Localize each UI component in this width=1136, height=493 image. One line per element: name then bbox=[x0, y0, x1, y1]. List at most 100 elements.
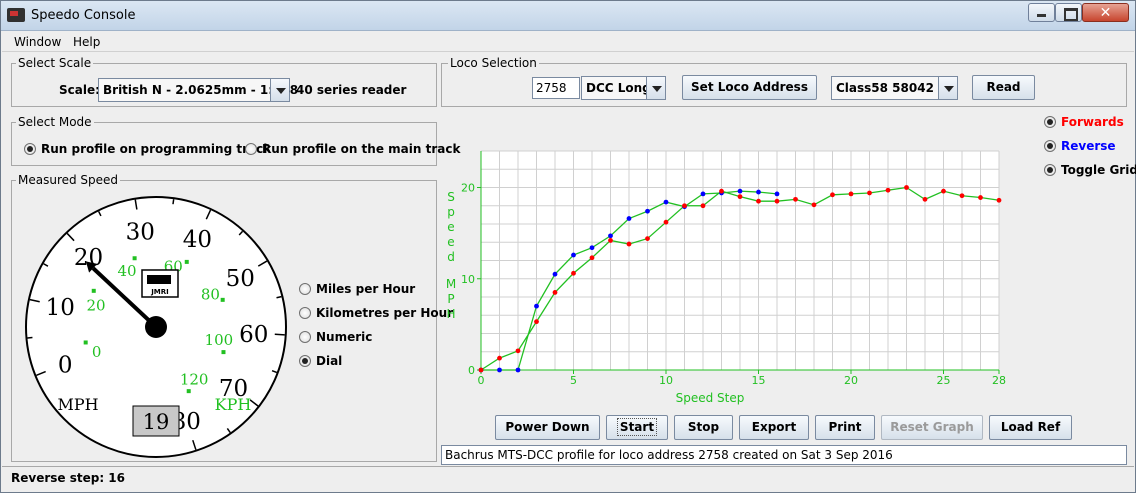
data-point-forwards bbox=[645, 236, 650, 241]
profile-info-field: Bachrus MTS-DCC profile for loco address… bbox=[441, 445, 1127, 465]
kph-scale-label: 40 bbox=[118, 262, 137, 280]
kph-scale-label: 100 bbox=[205, 331, 234, 349]
address-type-combobox[interactable]: DCC Long bbox=[581, 76, 666, 100]
data-point-reverse bbox=[626, 216, 632, 221]
data-point-reverse bbox=[608, 233, 613, 239]
radio-selected-icon[interactable] bbox=[1044, 140, 1056, 152]
data-point-reverse bbox=[645, 208, 650, 214]
mph-scale-label: 60 bbox=[239, 322, 268, 348]
mode-programming-track-label: Run profile on programming track bbox=[41, 142, 272, 156]
data-point-forwards bbox=[793, 196, 798, 202]
x-axis-title: Speed Step bbox=[676, 391, 745, 405]
data-point-forwards bbox=[885, 187, 891, 193]
toggle-grid-toggle[interactable]: Toggle Grid bbox=[1044, 163, 1136, 177]
data-point-reverse bbox=[700, 191, 706, 197]
display-dial-label: Dial bbox=[316, 354, 343, 368]
x-tick-label: 20 bbox=[844, 374, 858, 387]
select-scale-title: Select Scale bbox=[16, 56, 94, 70]
data-point-forwards bbox=[663, 219, 669, 225]
data-point-forwards bbox=[774, 198, 780, 204]
mph-scale-label: 10 bbox=[46, 295, 75, 321]
menu-help[interactable]: Help bbox=[73, 35, 100, 49]
close-button[interactable]: ✕ bbox=[1082, 3, 1129, 22]
radio-unselected-icon[interactable] bbox=[299, 283, 311, 295]
status-bar: Reverse step: 16 bbox=[2, 466, 1134, 490]
window-title: Speedo Console bbox=[31, 8, 136, 23]
loco-address-field[interactable]: 2758 bbox=[532, 77, 580, 99]
maximize-button[interactable] bbox=[1055, 3, 1082, 22]
minimize-button[interactable] bbox=[1028, 3, 1055, 22]
data-point-reverse bbox=[534, 303, 539, 309]
data-point-forwards bbox=[497, 355, 502, 361]
data-point-reverse bbox=[663, 199, 669, 205]
forwards-toggle[interactable]: Forwards bbox=[1044, 115, 1124, 129]
kph-scale-label: 0 bbox=[92, 343, 102, 361]
load-ref-button[interactable]: Load Ref bbox=[989, 415, 1072, 440]
kph-tick bbox=[186, 389, 191, 394]
dial-tick bbox=[172, 199, 175, 205]
data-point-forwards bbox=[682, 203, 687, 209]
data-point-forwards bbox=[626, 241, 632, 247]
address-type-value: DCC Long bbox=[586, 81, 651, 95]
mode-programming-track-radio[interactable]: Run profile on programming track bbox=[24, 142, 271, 156]
data-point-reverse bbox=[774, 191, 780, 197]
roster-combobox[interactable]: Class58 58042 bbox=[831, 76, 958, 100]
data-point-forwards bbox=[719, 188, 724, 194]
data-point-forwards bbox=[996, 197, 1002, 203]
jmri-logo-text: JMRI bbox=[150, 288, 169, 296]
data-point-reverse bbox=[552, 271, 558, 277]
data-point-forwards bbox=[700, 203, 706, 209]
jmri-logo-loco bbox=[147, 275, 171, 284]
start-button[interactable]: Start bbox=[606, 415, 668, 440]
display-numeric-label: Numeric bbox=[316, 330, 373, 344]
speedometer-dial: 0102030 405060708002040 6080100120MPH KPH19… bbox=[25, 196, 287, 458]
data-point-reverse bbox=[515, 367, 521, 373]
loco-selection-title: Loco Selection bbox=[448, 56, 539, 70]
scale-combobox[interactable]: British N - 2.0625mm - 1:148 bbox=[98, 78, 298, 102]
mph-scale-label: 50 bbox=[226, 266, 255, 292]
data-point-reverse bbox=[497, 367, 502, 373]
units-mph-radio[interactable]: Miles per Hour bbox=[299, 282, 415, 296]
data-point-reverse bbox=[737, 188, 743, 194]
menu-bar: Window Help bbox=[2, 32, 1134, 52]
read-button[interactable]: Read bbox=[972, 75, 1035, 100]
export-button[interactable]: Export bbox=[739, 415, 809, 440]
kph-tick bbox=[83, 340, 88, 345]
radio-unselected-icon[interactable] bbox=[299, 307, 311, 319]
chevron-down-icon[interactable] bbox=[938, 77, 957, 99]
dial-tick bbox=[274, 333, 285, 336]
radio-selected-icon[interactable] bbox=[1044, 164, 1056, 176]
chevron-down-icon[interactable] bbox=[646, 77, 665, 99]
print-button[interactable]: Print bbox=[815, 415, 875, 440]
menu-window[interactable]: Window bbox=[14, 35, 61, 49]
status-text: Reverse step: 16 bbox=[11, 471, 125, 485]
speed-profile-chart: 0 5 10 15 20 25 28 0 10 20 Speed Step S p e e d M P H bbox=[446, 150, 1006, 405]
display-numeric-radio[interactable]: Numeric bbox=[299, 330, 372, 344]
units-kph-label: Kilometres per Hour bbox=[316, 306, 454, 320]
y-tick-label: 10 bbox=[461, 273, 475, 286]
stop-button[interactable]: Stop bbox=[674, 415, 733, 440]
kph-tick bbox=[221, 350, 226, 355]
radio-selected-icon[interactable] bbox=[24, 143, 36, 155]
kph-scale-label: 80 bbox=[201, 285, 220, 303]
radio-selected-icon[interactable] bbox=[299, 355, 311, 367]
radio-unselected-icon[interactable] bbox=[299, 331, 311, 343]
chevron-down-icon[interactable] bbox=[270, 79, 289, 101]
radio-unselected-icon[interactable] bbox=[245, 143, 257, 155]
reverse-toggle[interactable]: Reverse bbox=[1044, 139, 1116, 153]
display-dial-radio[interactable]: Dial bbox=[299, 354, 342, 368]
kph-unit-label: KPH bbox=[215, 395, 252, 414]
digital-readout-value: 19 bbox=[143, 410, 170, 434]
units-kph-radio[interactable]: Kilometres per Hour bbox=[299, 306, 453, 320]
mode-main-track-radio[interactable]: Run profile on the main track bbox=[245, 142, 460, 156]
measured-speed-panel: Measured Speed 0 10 20 30 40 50 60 70 80 0 20 40 60 8… bbox=[11, 173, 453, 462]
radio-selected-icon[interactable] bbox=[1044, 116, 1056, 128]
data-point-forwards bbox=[922, 196, 928, 202]
data-point-forwards bbox=[978, 195, 983, 200]
set-loco-address-button[interactable]: Set Loco Address bbox=[682, 75, 817, 100]
power-down-button[interactable]: Power Down bbox=[495, 415, 600, 440]
data-point-forwards bbox=[534, 319, 539, 325]
data-point-forwards bbox=[478, 367, 484, 373]
kph-tick bbox=[91, 288, 96, 293]
data-point-reverse bbox=[756, 189, 761, 195]
